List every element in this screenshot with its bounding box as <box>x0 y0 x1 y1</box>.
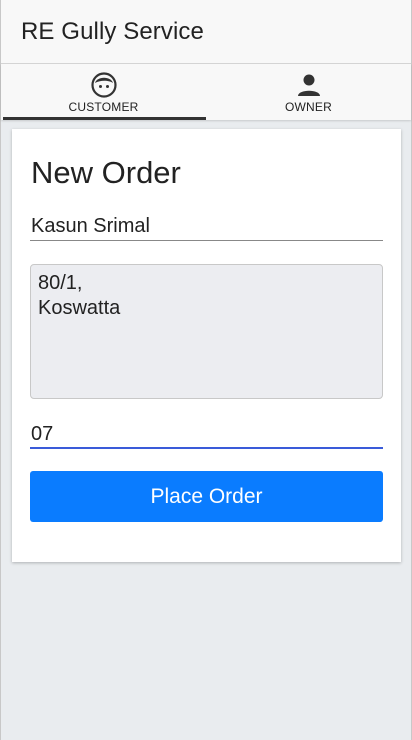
face-icon <box>90 72 117 98</box>
page-title: New Order <box>31 155 181 190</box>
order-card: New Order 80/1, Koswatta Place Order <box>12 129 401 562</box>
phone-field[interactable] <box>30 421 383 449</box>
tab-owner-label: OWNER <box>285 100 332 114</box>
tab-bar: CUSTOMER OWNER <box>1 64 411 120</box>
place-order-button[interactable]: Place Order <box>30 471 383 522</box>
app-header: RE Gully Service <box>1 0 411 64</box>
address-field[interactable]: 80/1, Koswatta <box>30 264 383 399</box>
tab-owner[interactable]: OWNER <box>206 64 411 120</box>
tab-customer-label: CUSTOMER <box>68 100 139 114</box>
name-field[interactable] <box>30 213 383 241</box>
person-icon <box>296 72 322 98</box>
tab-customer[interactable]: CUSTOMER <box>1 64 206 120</box>
app-title: RE Gully Service <box>21 17 204 45</box>
